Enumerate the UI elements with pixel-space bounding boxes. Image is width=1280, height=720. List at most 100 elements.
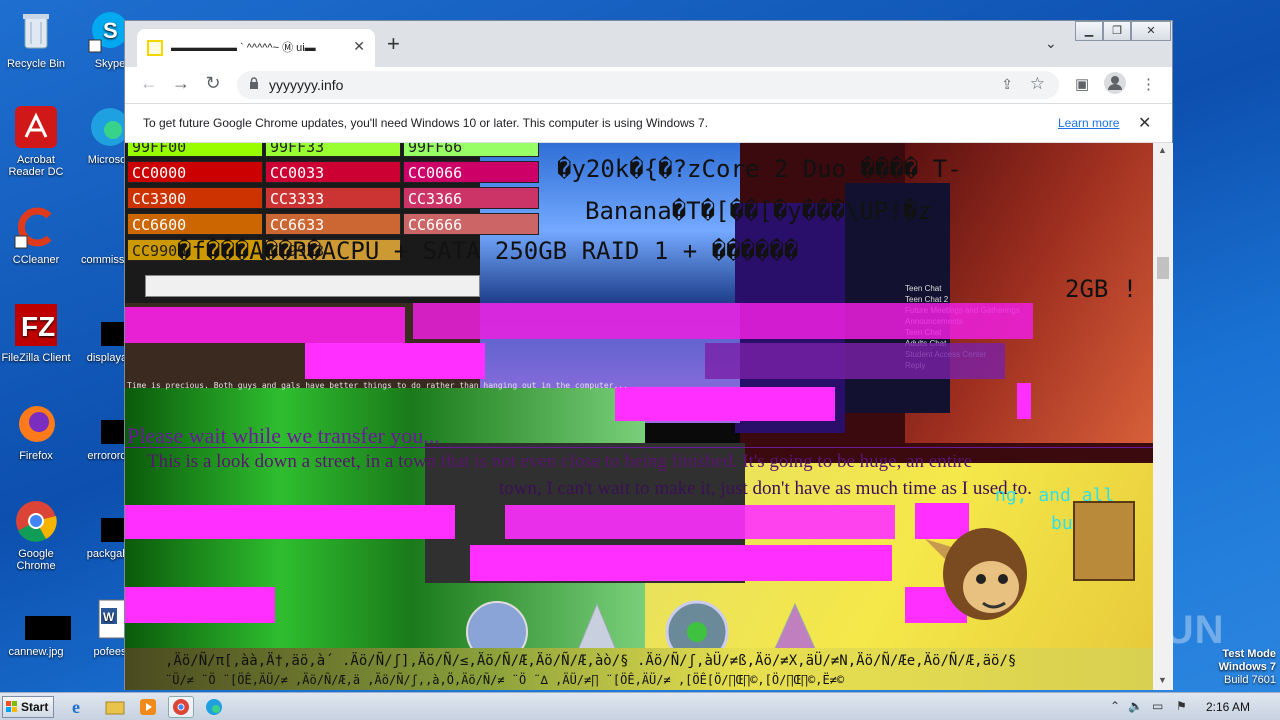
chrome-icon — [13, 498, 59, 544]
scroll-up-arrow-icon[interactable]: ▲ — [1158, 145, 1167, 155]
desktop-icon-firefox[interactable]: Firefox — [0, 400, 72, 462]
windows-logo-icon — [6, 701, 17, 712]
address-bar[interactable]: yyyyyyy.info ⇪ ☆ — [237, 71, 1059, 99]
desktop-icon-recycle-bin[interactable]: Recycle Bin — [0, 8, 72, 70]
side-panel-icon[interactable]: ▣ — [1075, 75, 1089, 93]
build-line: Build 7601 — [1224, 674, 1276, 686]
magenta-glitch-bar — [125, 587, 275, 623]
chrome-taskbar-button[interactable] — [168, 696, 194, 718]
reload-icon[interactable]: ↻ — [201, 73, 225, 94]
svg-text:FZ: FZ — [21, 311, 55, 342]
glitch-bottom-line-2: ¨Ü/≠ ¨Ö ¨[ÖÊ,ÄÜ/≠ ,Äö/Ñ/Æ,ä ,Äö/Ñ/ʃ,,à,Ö… — [165, 673, 845, 687]
update-infobar: To get future Google Chrome updates, you… — [125, 103, 1172, 143]
back-arrow-icon[interactable]: ← — [137, 73, 161, 94]
firefox-icon — [13, 400, 59, 446]
magenta-glitch-bar — [1017, 383, 1031, 419]
color-swatch: 99FF66 — [403, 143, 539, 157]
windows-version-line: Windows 7 — [1218, 661, 1276, 673]
web-page-content: 99FF00 99FF33 99FF66 CC0000 CC0033 CC0066 CC33… — [125, 143, 1153, 690]
browser-toolbar: ← → ↻ yyyyyyy.info ⇪ ☆ ▣ ⋮ — [125, 67, 1172, 103]
clock[interactable]: 2:16 AM — [1206, 700, 1250, 714]
color-swatch: CC0066 — [403, 161, 539, 183]
edge-taskbar-icon[interactable] — [202, 696, 228, 718]
glitch-mono-line-1: �y20k�{�?zCore 2 Duo ���� T- — [557, 155, 962, 183]
glitch-bottom-line-1: ,Äö/Ñ/π[,àà,Ä†,äö,à´ .Äö/Ñ/ʃ],Äö/Ñ/≤,Äö/… — [165, 653, 1017, 669]
magenta-glitch-bar — [870, 545, 892, 581]
svg-text:S: S — [103, 18, 118, 43]
show-hidden-icons-icon[interactable]: ⌃ — [1110, 699, 1120, 713]
color-swatch: CC6633 — [265, 213, 401, 235]
color-swatch: CC3366 — [403, 187, 539, 209]
close-infobar-icon[interactable]: ✕ — [1138, 113, 1151, 133]
close-tab-icon[interactable]: ✕ — [353, 38, 365, 55]
close-window-button[interactable]: ✕ — [1131, 21, 1171, 41]
magenta-glitch-bar — [413, 303, 1033, 339]
internet-explorer-icon[interactable]: e — [68, 696, 94, 718]
scroll-thumb[interactable] — [1157, 257, 1169, 279]
street-description-line-1: This is a look down a street, in a town … — [147, 451, 973, 472]
cyan-text-fragment: bu — [1051, 513, 1073, 534]
new-tab-button[interactable]: + — [387, 33, 400, 55]
magenta-glitch-bar — [615, 387, 835, 421]
desktop-icon-label: Acrobat Reader DC — [8, 154, 64, 178]
white-input-bar — [145, 275, 480, 297]
start-label: Start — [21, 700, 49, 714]
desktop-icon-label: Firefox — [19, 450, 53, 462]
desktop-icon-label: CCleaner — [12, 254, 60, 266]
glitch-mono-line-4: 2GB ! — [1065, 275, 1138, 303]
color-swatch: CC6666 — [403, 213, 539, 235]
desktop-icon-ccleaner[interactable]: CCleaner — [0, 204, 72, 266]
file-explorer-icon[interactable] — [102, 696, 128, 718]
desktop-icon-filezilla[interactable]: FZ FileZilla Client — [0, 302, 72, 364]
taskbar: Start e ⌃ 🔈 ▭ ⚑ 2:16 AM — [0, 692, 1280, 720]
desktop-icon-label: cannew.jpg — [8, 646, 64, 658]
desktop-icon-acrobat[interactable]: Acrobat Reader DC — [0, 104, 72, 178]
learn-more-link[interactable]: Learn more — [1058, 116, 1119, 130]
minimize-button[interactable]: ▁ — [1075, 21, 1103, 41]
browser-tab[interactable]: ▬▬▬▬▬▬ ` ^^^^^~ Ⓜ ui▬ ✕ — [137, 29, 375, 67]
color-swatch: 99FF00 — [127, 143, 263, 157]
recycle-bin-icon — [13, 8, 59, 54]
desktop-icon-label: Recycle Bin — [6, 58, 66, 70]
acrobat-icon — [13, 104, 59, 150]
filezilla-icon: FZ — [13, 302, 59, 348]
divider-line — [125, 447, 1153, 448]
small-caption: Time is precious. Both guys and gals hav… — [127, 381, 628, 390]
media-player-icon[interactable] — [136, 696, 162, 718]
favicon-icon — [147, 40, 163, 56]
desktop-icon-cannew[interactable]: cannew.jpg — [0, 596, 72, 658]
share-icon[interactable]: ⇪ — [1001, 76, 1013, 93]
color-swatch: 99FF33 — [265, 143, 401, 157]
glitch-mono-line-2: Banana�T�[��[�y���\UP!�z — [585, 197, 932, 225]
infobar-message: To get future Google Chrome updates, you… — [143, 116, 709, 130]
magenta-glitch-bar — [505, 505, 895, 539]
glitch-mono-line-3: �f���A��R�ACPU + SATA 250GB RAID 1 + ���… — [177, 237, 799, 265]
forward-arrow-icon[interactable]: → — [169, 73, 193, 94]
abacus-image — [1073, 501, 1135, 581]
color-swatch: CC3333 — [265, 187, 401, 209]
kebab-menu-icon[interactable]: ⋮ — [1141, 75, 1156, 93]
street-description-line-2: town, I can't wait to make it, just don'… — [499, 478, 1032, 499]
page-scrollbar[interactable]: ▲ ▼ — [1153, 143, 1173, 690]
scroll-down-arrow-icon[interactable]: ▼ — [1158, 675, 1167, 685]
maximize-button[interactable]: ❐ — [1103, 21, 1131, 41]
desktop-icon-label: FileZilla Client — [1, 352, 71, 364]
tab-title: ▬▬▬▬▬▬ ` ^^^^^~ Ⓜ ui▬ — [171, 42, 316, 54]
chrome-window: ▬▬▬▬▬▬ ` ^^^^^~ Ⓜ ui▬ ✕ + ⌄ ▁ ❐ ✕ ← → ↻ … — [124, 20, 1173, 690]
tab-search-chevron-icon[interactable]: ⌄ — [1045, 35, 1057, 52]
magenta-glitch-bar — [305, 343, 485, 379]
cartoon-character-image — [925, 528, 1027, 620]
network-icon[interactable]: ▭ — [1152, 699, 1163, 713]
magenta-glitch-bar — [125, 307, 405, 343]
desktop-icon-chrome[interactable]: Google Chrome — [0, 498, 72, 572]
bookmark-star-icon[interactable]: ☆ — [1030, 74, 1045, 94]
tab-strip: ▬▬▬▬▬▬ ` ^^^^^~ Ⓜ ui▬ ✕ + ⌄ ▁ ❐ ✕ — [125, 21, 1172, 67]
profile-avatar-icon[interactable] — [1103, 71, 1127, 99]
please-wait-text: Please wait while we transfer you... — [127, 423, 440, 448]
action-center-flag-icon[interactable]: ⚑ — [1176, 699, 1187, 713]
test-mode-line: Test Mode — [1222, 648, 1276, 660]
start-button[interactable]: Start — [2, 696, 54, 718]
url-text: yyyyyyy.info — [269, 77, 344, 93]
volume-icon[interactable]: 🔈 — [1128, 699, 1143, 713]
ccleaner-icon — [13, 204, 59, 250]
